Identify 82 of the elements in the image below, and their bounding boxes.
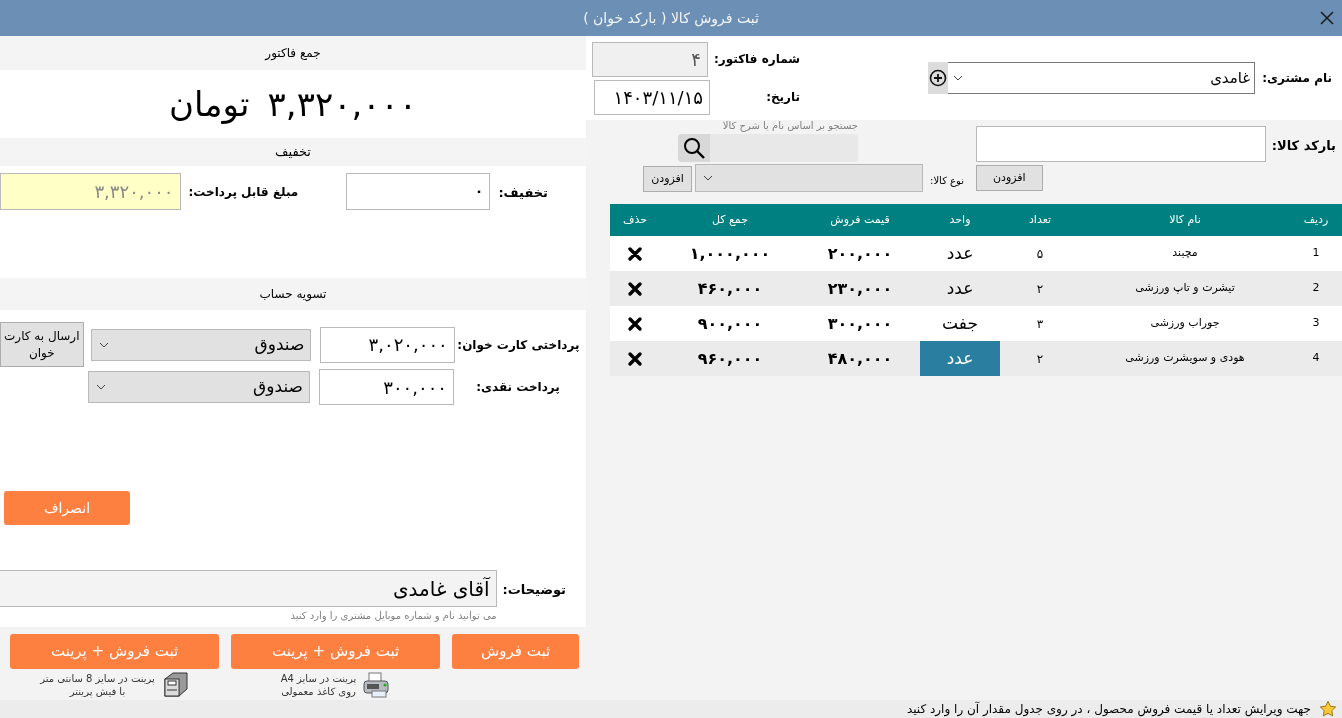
column-header: واحد	[920, 204, 1000, 236]
table-cell: جوراب ورزشی	[1080, 306, 1290, 341]
section-heading: تخفیف	[275, 143, 311, 162]
field-label: نام مشتری:	[1262, 70, 1332, 87]
table-cell: ۴۶۰,۰۰۰	[660, 271, 800, 306]
table-cell[interactable]: عدد	[920, 341, 1000, 376]
close-icon[interactable]	[1320, 11, 1334, 25]
table-cell: ۱,۰۰۰,۰۰۰	[660, 236, 800, 271]
notes-field[interactable]: آقای غامدی	[0, 570, 497, 607]
account-combobox[interactable]: صندوق	[90, 328, 312, 361]
column-header: حذف	[610, 204, 660, 236]
table-cell: ۹۶۰,۰۰۰	[660, 341, 800, 376]
table-cell: 3	[1290, 306, 1342, 341]
barcode-field[interactable]	[975, 126, 1266, 162]
add-button[interactable]: افزودن	[975, 165, 1043, 191]
table-cell: ۳۰۰,۰۰۰	[800, 306, 920, 341]
field-label: توضیحات:	[502, 581, 566, 599]
field-label: بارکد کالا:	[1271, 137, 1336, 155]
delete-icon	[627, 351, 643, 367]
delete-icon	[627, 246, 643, 262]
chevron-down-icon	[952, 73, 965, 83]
amount-field[interactable]: ۳,۰۲۰,۰۰۰	[320, 326, 455, 363]
table-cell: مچبند	[1080, 236, 1290, 271]
table-cell[interactable]: عدد	[920, 236, 1000, 271]
table-cell: ۲	[1000, 341, 1080, 376]
field-label: پرداختی کارت خوان:	[456, 336, 581, 354]
delete-button[interactable]	[627, 351, 643, 367]
total-amount: ۳,۳۲۰,۰۰۰	[267, 82, 417, 126]
column-header: قیمت فروش	[800, 204, 920, 236]
amount-field[interactable]: ۳۰۰,۰۰۰	[319, 369, 454, 405]
field-label: پرداخت نقدی:	[475, 379, 561, 396]
delete-button[interactable]	[627, 281, 643, 297]
search-icon	[682, 136, 706, 160]
table-cell: ۲	[1000, 271, 1080, 306]
table-cell: تیشرت و تاپ ورزشی	[1080, 271, 1290, 306]
plus-circle-icon	[929, 69, 948, 87]
table-cell: 1	[1290, 236, 1342, 271]
search-hint: جستجو بر اساس نام یا شرح کالا	[721, 120, 858, 132]
search-field[interactable]	[678, 134, 858, 162]
discount-field[interactable]: ۰	[346, 173, 491, 210]
column-header: ردیف	[1290, 204, 1342, 236]
delete-button[interactable]	[627, 246, 643, 262]
column-header: تعداد	[1000, 204, 1080, 236]
field-label: نوع کالا:	[930, 174, 964, 188]
date-field[interactable]: ۱۴۰۳/۱۱/۱۵	[594, 79, 710, 115]
send-to-card-reader-button[interactable]: ارسال به کارت خوان	[0, 322, 84, 367]
table-cell: ۳	[1000, 306, 1080, 341]
add-button[interactable]: افزودن	[643, 166, 692, 192]
table-cell: ۵	[1000, 236, 1080, 271]
table-cell: ۲۳۰,۰۰۰	[800, 271, 920, 306]
field-label: مبلغ قابل پرداخت:	[188, 184, 299, 201]
table-cell[interactable]: عدد	[920, 271, 1000, 306]
star-icon	[1319, 700, 1337, 718]
table-cell: 4	[1290, 341, 1342, 376]
field-hint: می توانید نام و شماره موبایل مشتری را وارد کنید	[289, 609, 497, 623]
table-cell[interactable]: جفت	[920, 306, 1000, 341]
chevron-down-icon	[95, 382, 107, 392]
chevron-down-icon	[702, 173, 714, 183]
table-cell: ۴۸۰,۰۰۰	[800, 341, 920, 376]
field-label: تاریخ:	[765, 89, 800, 106]
delete-icon	[627, 316, 643, 332]
add-customer-button[interactable]	[928, 62, 949, 94]
account-combobox[interactable]: صندوق	[88, 371, 310, 403]
status-text: جهت ویرایش تعداد یا قیمت فروش محصول ، در روی جدول مقدار آن را وارد کنید	[906, 700, 1311, 718]
column-header: جمع کل	[660, 204, 800, 236]
print-note: پرینت در سایز 8 سانتی متر با فیش پرینتر	[40, 672, 155, 698]
table-cell: هودی و سویشرت ورزشی	[1080, 341, 1290, 376]
column-header: نام کالا	[1080, 204, 1290, 236]
field-label: تخفیف:	[498, 184, 548, 202]
window-title: ثبت فروش کالا ( بارکد خوان )	[582, 8, 760, 29]
section-heading: جمع فاکتور	[265, 45, 321, 62]
section-heading: تسویه حساب	[259, 286, 327, 303]
delete-icon	[627, 281, 643, 297]
table-cell: 2	[1290, 271, 1342, 306]
field-label: شماره فاکتور:	[714, 51, 800, 68]
delete-button[interactable]	[627, 316, 643, 332]
table-cell: ۹۰۰,۰۰۰	[660, 306, 800, 341]
currency-label: تومان	[169, 82, 250, 126]
print-note: پرینت در سایز A4 روی کاغذ معمولی	[280, 672, 357, 698]
invoice-number-field[interactable]: ۴	[592, 41, 708, 77]
table-cell: ۲۰۰,۰۰۰	[800, 236, 920, 271]
customer-combobox[interactable]: غامدی	[947, 62, 1256, 94]
